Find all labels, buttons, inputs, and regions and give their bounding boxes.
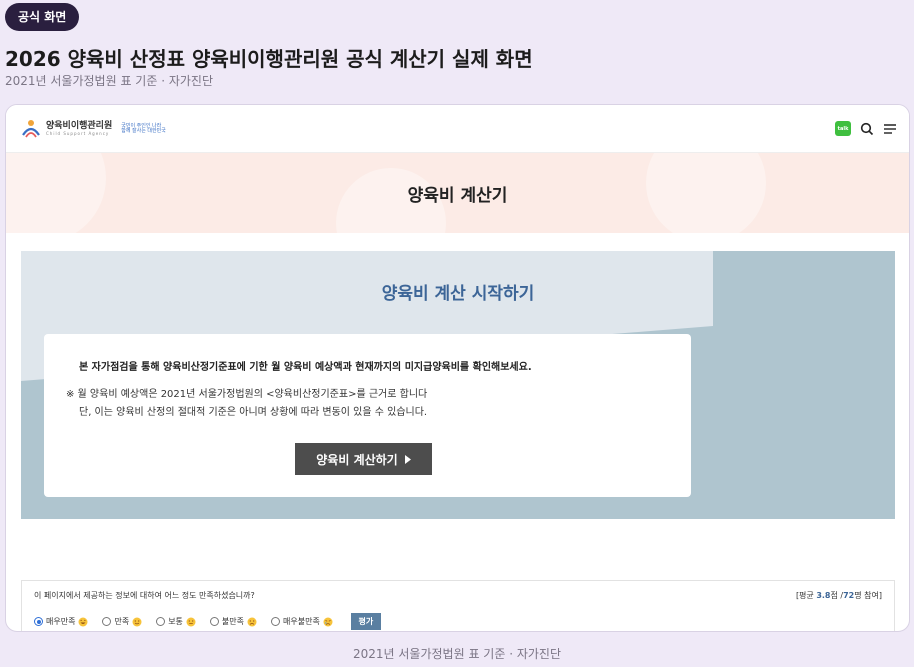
search-icon[interactable]	[860, 122, 874, 136]
menu-icon[interactable]	[883, 123, 897, 135]
calculate-button[interactable]: 양육비 계산하기	[295, 443, 432, 475]
page-subtitle: 2021년 서울가정법원 표 기준 · 자가진단	[5, 74, 213, 88]
stats-prefix: [평균	[795, 591, 817, 600]
calculator-panel: 양육비 계산 시작하기 본 자가점검을 통해 양육비산정기준표에 기한 월 양육…	[21, 251, 895, 519]
official-screen-badge: 공식 화면	[5, 3, 80, 31]
option-very-satisfied[interactable]: 매우만족	[34, 616, 88, 627]
radio-button[interactable]	[102, 617, 112, 626]
calculator-note: ※ 월 양육비 예상액은 2021년 서울가정법원의 <양육비산정기준표>를 근…	[66, 389, 428, 400]
option-label: 보통	[168, 617, 183, 626]
option-satisfied[interactable]: 만족	[102, 616, 142, 627]
smiling-face-icon	[132, 617, 142, 626]
stats-mid: 점 /	[830, 591, 844, 600]
calculator-info-card: 본 자가점검을 통해 양육비산정기준표에 기한 월 양육비 예상액과 현재까지의…	[44, 334, 691, 497]
logo-sub: Child Support Agency	[46, 131, 110, 136]
stats-count: 72	[843, 591, 855, 600]
stats-suffix: 명 참여]	[854, 591, 882, 600]
calculator-title: 양육비 계산 시작하기	[381, 284, 535, 304]
laughing-face-icon	[78, 617, 88, 626]
logo-name: 양육비이행관리원	[46, 121, 113, 131]
site-logo[interactable]: 양육비이행관리원 Child Support Agency 국민이 주인인 나라…	[20, 119, 166, 139]
kakao-talk-icon[interactable]: talk	[835, 121, 851, 136]
gov-slogan: 국민이 주인인 나라 함께 잘사는 대한민국	[121, 123, 166, 135]
option-label: 만족	[114, 617, 130, 626]
header-icons: talk	[835, 121, 897, 136]
caret-right-icon	[404, 454, 411, 464]
option-label: 매우불만족	[283, 617, 320, 626]
hero-banner: 양육비 계산기	[6, 153, 909, 233]
stats-score: 3.8	[816, 591, 831, 600]
survey-options: 매우만족 만족 보통 불만족 매우불만족 평가	[34, 613, 381, 630]
calculator-description: 본 자가점검을 통해 양육비산정기준표에 기한 월 양육비 예상액과 현재까지의…	[79, 362, 532, 373]
survey-stats: [평균 3.8점 /72명 참여]	[796, 590, 882, 601]
hero-title: 양육비 계산기	[407, 186, 508, 206]
footer-caption: 2021년 서울가정법원 표 기준 · 자가진단	[353, 647, 561, 661]
agency-logo-icon	[22, 120, 40, 138]
radio-button[interactable]	[209, 617, 219, 626]
option-label: 불만족	[221, 617, 245, 626]
satisfaction-survey: 이 페이지에서 제공하는 정보에 대하여 어느 정도 만족하셨습니까? [평균 …	[21, 580, 895, 631]
option-dissatisfied[interactable]: 불만족	[209, 616, 257, 627]
survey-question: 이 페이지에서 제공하는 정보에 대하여 어느 정도 만족하셨습니까?	[34, 591, 255, 600]
calculate-button-label: 양육비 계산하기	[316, 452, 398, 467]
frowning-face-icon	[247, 617, 257, 626]
logo-text: 양육비이행관리원 Child Support Agency	[46, 122, 112, 136]
radio-button[interactable]	[156, 617, 166, 626]
option-label: 매우만족	[46, 617, 76, 626]
calculator-disclaimer: 단, 이는 양육비 산정의 절대적 기준은 아니며 상황에 따라 변동이 있을 …	[79, 407, 428, 418]
radio-button[interactable]	[271, 617, 281, 626]
page-title: 2026 양육비 산정표 양육비이행관리원 공식 계산기 실제 화면	[5, 47, 533, 71]
option-very-dissatisfied[interactable]: 매우불만족	[271, 616, 333, 627]
neutral-face-icon	[186, 617, 196, 626]
radio-button[interactable]	[34, 617, 43, 626]
crying-face-icon	[323, 617, 333, 626]
rate-button[interactable]: 평가	[350, 613, 381, 630]
site-header: 양육비이행관리원 Child Support Agency 국민이 주인인 나라…	[6, 105, 909, 153]
gov-slogan-line2: 함께 잘사는 대한민국	[121, 128, 166, 134]
screenshot-frame: 양육비이행관리원 Child Support Agency 국민이 주인인 나라…	[5, 104, 910, 632]
option-neutral[interactable]: 보통	[156, 616, 196, 627]
